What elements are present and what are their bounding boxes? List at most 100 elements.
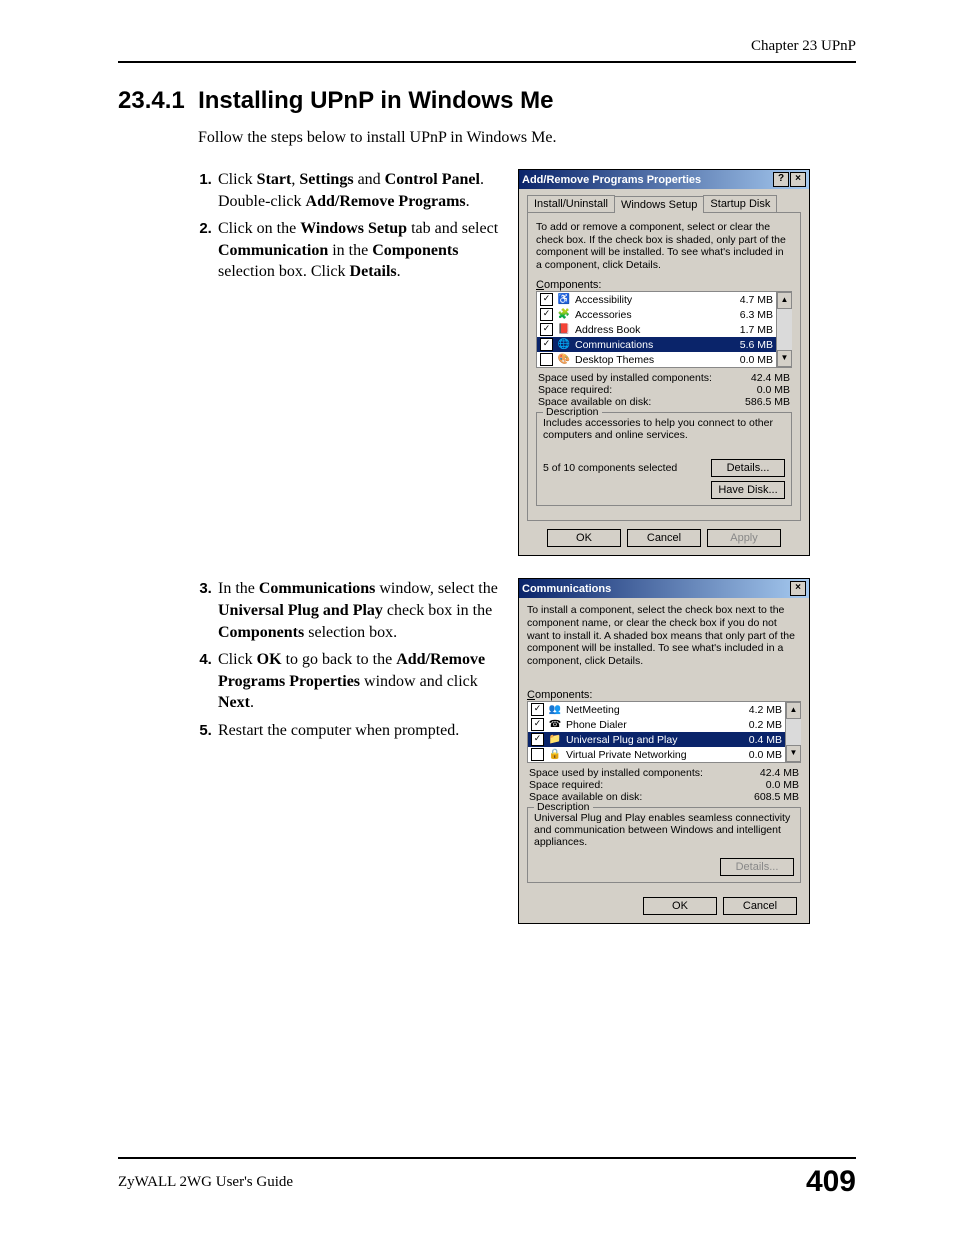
tab-startup-disk[interactable]: Startup Disk [703,195,777,212]
item-size: 0.0 MB [749,749,782,761]
t: Click [218,171,257,188]
close-icon[interactable]: × [790,172,806,187]
components-listbox[interactable]: ✓👥NetMeeting4.2 MB✓☎Phone Dialer0.2 MB✓📁… [527,701,801,763]
cancel-button[interactable]: Cancel [723,897,797,915]
scroll-up-icon[interactable]: ▲ [786,702,801,719]
scrollbar[interactable]: ▲ ▼ [776,292,792,367]
item-icon: ☎ [548,719,562,731]
steps-list-1: Click Start, Settings and Control Panel.… [198,169,508,283]
have-disk-button[interactable]: Have Disk... [711,481,785,499]
item-icon: 📁 [548,734,562,746]
tab-pane: To add or remove a component, select or … [527,212,801,521]
checkbox[interactable]: ✓ [531,703,544,716]
t: Communications [259,580,375,597]
item-icon: 🔒 [548,749,562,761]
item-icon: ♿ [557,294,571,306]
item-name: Desktop Themes [575,354,740,366]
rule-bottom [118,1157,856,1159]
t: to go back to the [282,651,397,668]
item-name: Virtual Private Networking [566,749,749,761]
t: Control Panel [385,171,480,188]
components-label: CComponents:omponents: [536,279,792,291]
help-icon[interactable]: ? [773,172,789,187]
instruction-text: To add or remove a component, select or … [536,221,792,271]
cancel-button[interactable]: Cancel [627,529,701,547]
checkbox[interactable]: ✓ [540,323,553,336]
t: Components [372,242,458,259]
tab-install-uninstall[interactable]: Install/Uninstall [527,195,615,212]
checkbox[interactable]: ✓ [540,308,553,321]
item-icon: 🎨 [557,354,571,366]
item-size: 4.7 MB [740,294,773,306]
close-icon[interactable]: × [790,581,806,596]
titlebar: Communications × [519,579,809,598]
checkbox[interactable] [540,353,553,366]
step-1: Click Start, Settings and Control Panel.… [216,169,508,212]
components-listbox[interactable]: ✓♿Accessibility4.7 MB✓🧩Accessories6.3 MB… [536,291,792,368]
section-heading: Installing UPnP in Windows Me [198,87,553,114]
t: . [466,193,470,210]
space-req-value: 0.0 MB [766,779,799,791]
t: Details [350,263,397,280]
item-size: 5.6 MB [740,339,773,351]
list-item[interactable]: ✓🧩Accessories6.3 MB [537,307,776,322]
scroll-down-icon[interactable]: ▼ [786,745,801,762]
description-box: Description Universal Plug and Play enab… [527,807,801,883]
checkbox[interactable]: ✓ [540,293,553,306]
space-avail-value: 586.5 MB [745,396,790,408]
list-item[interactable]: ✓☎Phone Dialer0.2 MB [528,717,785,732]
tab-windows-setup[interactable]: Windows Setup [614,196,704,213]
ok-button[interactable]: OK [643,897,717,915]
step-5: Restart the computer when prompted. [216,720,508,742]
dialog-add-remove-programs: Add/Remove Programs Properties ? × Insta… [518,169,810,556]
description-box: Description Includes accessories to help… [536,412,792,506]
t: In the [218,580,259,597]
scroll-up-icon[interactable]: ▲ [777,292,792,309]
space-req-label: Space required: [538,384,612,396]
t: check box in the [383,602,492,619]
apply-button[interactable]: Apply [707,529,781,547]
list-item[interactable]: ✓🌐Communications5.6 MB [537,337,776,352]
t: selection box. Click [218,263,350,280]
description-text: Includes accessories to help you connect… [543,417,785,441]
checkbox[interactable]: ✓ [531,718,544,731]
t: Start [257,171,292,188]
list-item[interactable]: ✓📕Address Book1.7 MB [537,322,776,337]
description-text: Universal Plug and Play enables seamless… [534,812,794,848]
t: Restart the computer when prompted. [218,722,459,739]
item-size: 6.3 MB [740,309,773,321]
list-item[interactable]: 🎨Desktop Themes0.0 MB [537,352,776,367]
scrollbar[interactable]: ▲ ▼ [785,702,801,762]
tabs: Install/Uninstall Windows Setup Startup … [527,195,801,212]
t: window, select the [375,580,497,597]
section-title: 23.4.1 Installing UPnP in Windows Me [118,87,856,115]
list-item[interactable]: 🔒 Virtual Private Networking0.0 MB [528,747,785,762]
step-2: Click on the Windows Setup tab and selec… [216,218,508,283]
item-name: Phone Dialer [566,719,749,731]
item-icon: 📕 [557,324,571,336]
checkbox[interactable]: ✓ [531,733,544,746]
space-avail-value: 608.5 MB [754,791,799,803]
t: Settings [299,171,353,188]
item-name: Universal Plug and Play [566,734,749,746]
checkbox[interactable]: ✓ [540,338,553,351]
scroll-down-icon[interactable]: ▼ [777,350,792,367]
dialog-title: Communications [522,583,611,595]
item-icon: 🧩 [557,309,571,321]
step-3: In the Communications window, select the… [216,578,508,643]
step-4: Click OK to go back to the Add/Remove Pr… [216,649,508,714]
t: OK [257,651,282,668]
list-item[interactable]: ✓ 📁 Universal Plug and Play0.4 MB [528,732,785,747]
list-item[interactable]: ✓👥NetMeeting4.2 MB [528,702,785,717]
list-item[interactable]: ✓♿Accessibility4.7 MB [537,292,776,307]
space-req-label: Space required: [529,779,603,791]
ok-button[interactable]: OK [547,529,621,547]
page-footer: ZyWALL 2WG User's Guide 409 [118,1157,856,1199]
item-size: 0.4 MB [749,734,782,746]
t: Click on the [218,220,300,237]
description-label: Description [534,801,593,813]
details-button[interactable]: Details... [711,459,785,477]
t: Communication [218,242,328,259]
dialog-buttons: OK Cancel [527,889,801,915]
checkbox[interactable] [531,748,544,761]
